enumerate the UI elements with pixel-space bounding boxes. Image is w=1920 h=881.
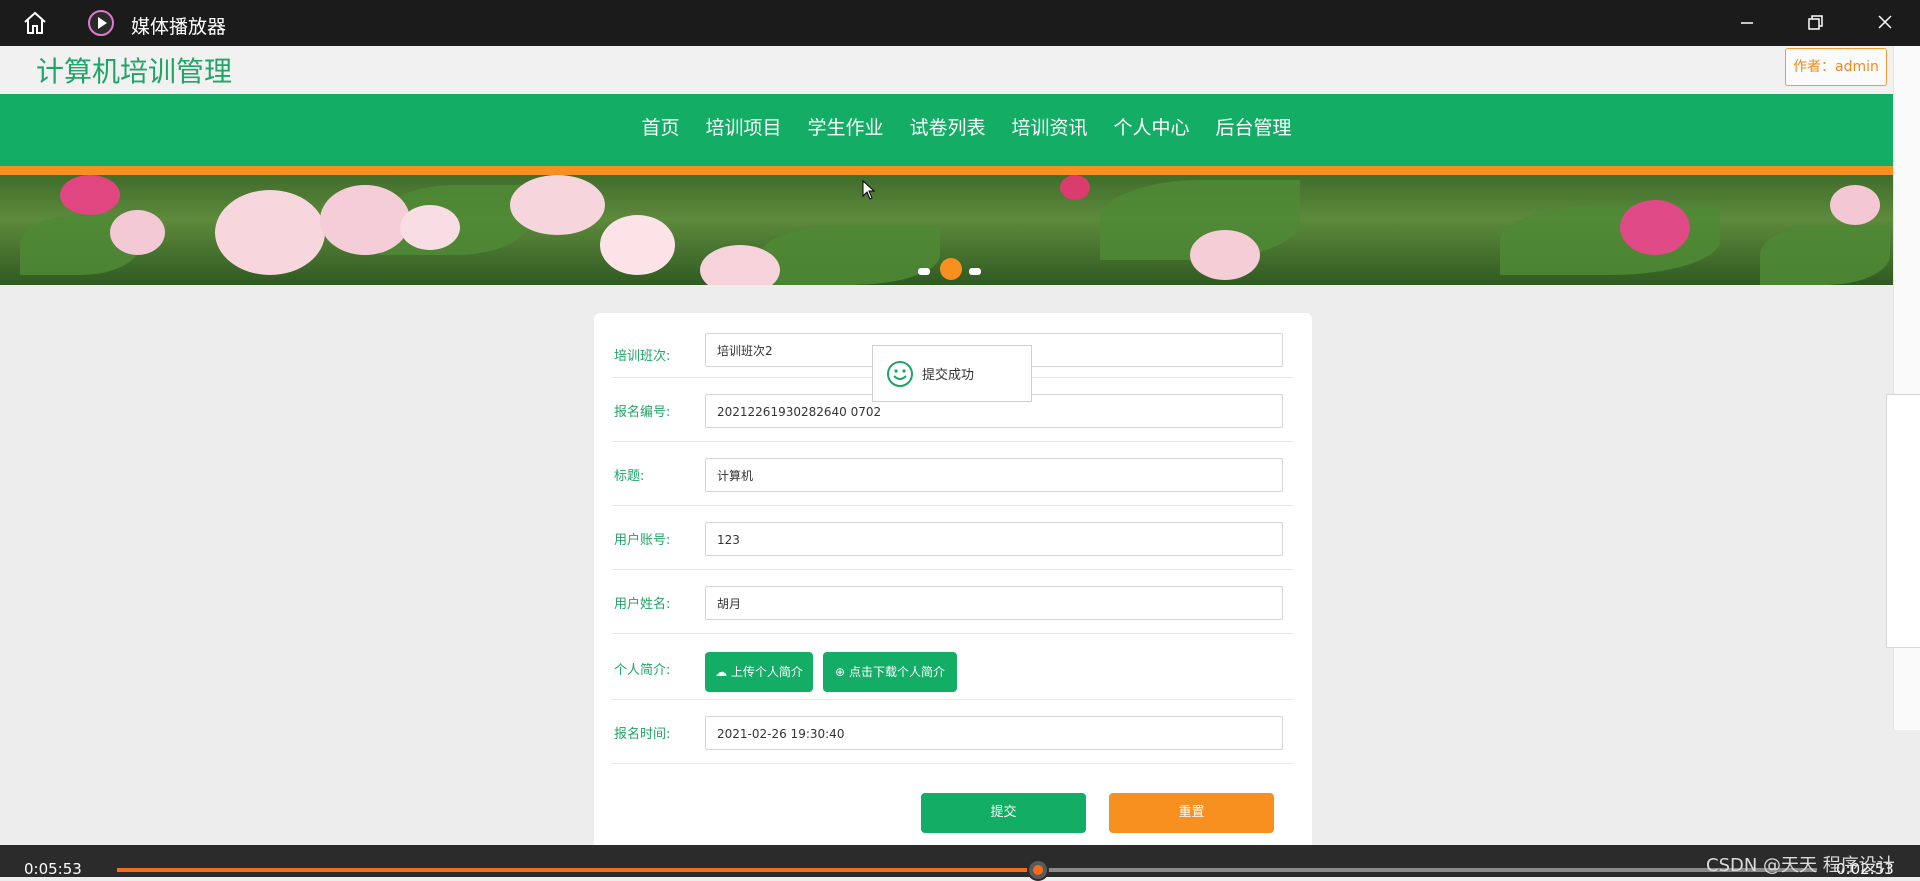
reset-button[interactable]: 重置: [1109, 793, 1274, 833]
date-field[interactable]: 2021-02-26 19:30:40: [705, 716, 1283, 750]
site-header: 计算机培训管理 作者：admin: [0, 46, 1893, 94]
submit-button[interactable]: 提交: [921, 793, 1086, 833]
download-resume-button[interactable]: ⊕ 点击下载个人简介: [823, 652, 957, 692]
form-row-account: 用户账号: 123: [612, 505, 1294, 570]
title-label: 标题:: [614, 469, 645, 484]
form-row-name: 用户姓名: 胡月: [612, 569, 1294, 634]
toast-message: 提交成功: [922, 368, 975, 383]
window-titlebar: 媒体播放器: [0, 0, 1920, 46]
upload-resume-button[interactable]: ☁ 上传个人简介: [705, 652, 813, 692]
side-panel[interactable]: [1886, 394, 1920, 648]
site-title[interactable]: 计算机培训管理: [36, 50, 232, 90]
media-player-bar: 0:05:53 0:02:53 CSDN @天天 程序设计: [0, 845, 1920, 881]
nav-item-admin[interactable]: 后台管理: [1216, 94, 1292, 166]
nav-item-exam-list[interactable]: 试卷列表: [909, 94, 985, 166]
nav-item-home[interactable]: 首页: [641, 94, 679, 166]
title-field[interactable]: 计算机: [705, 458, 1283, 492]
banner-carousel[interactable]: [0, 175, 1893, 285]
nav-item-personal-center[interactable]: 个人中心: [1114, 94, 1190, 166]
restore-icon[interactable]: [1800, 8, 1830, 38]
window-title: 媒体播放器: [131, 16, 227, 38]
nav-item-student-homework[interactable]: 学生作业: [807, 94, 883, 166]
mouse-cursor-icon: [862, 179, 876, 204]
home-icon[interactable]: [22, 11, 48, 35]
nav-item-training-news[interactable]: 培训资讯: [1012, 94, 1088, 166]
current-time: 0:05:53: [24, 860, 82, 878]
author-badge: 作者：admin: [1785, 48, 1887, 86]
download-circle-icon: ⊕: [835, 665, 846, 679]
nav-item-training-projects[interactable]: 培训项目: [705, 94, 781, 166]
minimize-icon[interactable]: [1732, 8, 1762, 38]
account-field[interactable]: 123: [705, 522, 1283, 556]
account-label: 用户账号:: [614, 533, 671, 548]
name-field[interactable]: 胡月: [705, 586, 1283, 620]
class-label: 培训班次:: [614, 349, 671, 364]
close-icon[interactable]: [1870, 8, 1900, 38]
seek-bar[interactable]: [117, 859, 1817, 881]
date-label: 报名时间:: [614, 727, 671, 742]
name-label: 用户姓名:: [614, 597, 671, 612]
form-row-title: 标题: 计算机: [612, 441, 1294, 506]
form-row-date: 报名时间: 2021-02-26 19:30:40: [612, 699, 1294, 764]
watermark: CSDN @天天 程序设计: [1706, 855, 1895, 876]
seek-thumb[interactable]: [1027, 859, 1050, 881]
media-player-icon: [88, 10, 114, 36]
seek-progress: [117, 868, 1039, 872]
form-row-resume: 个人简介: ☁ 上传个人简介 ⊕ 点击下载个人简介: [612, 633, 1294, 700]
resume-label: 个人简介:: [614, 663, 671, 678]
carousel-dot-2-active[interactable]: [940, 258, 962, 280]
cloud-upload-icon: ☁: [715, 665, 728, 679]
carousel-dot-1[interactable]: [918, 268, 930, 275]
nav-accent-stripe: [0, 166, 1893, 175]
carousel-dot-3[interactable]: [969, 268, 981, 275]
registration-no-label: 报名编号:: [614, 405, 671, 420]
smile-icon: [886, 360, 914, 392]
success-toast: 提交成功: [872, 345, 1032, 402]
main-nav: 首页 培训项目 学生作业 试卷列表 培训资讯 个人中心 后台管理: [0, 94, 1893, 166]
